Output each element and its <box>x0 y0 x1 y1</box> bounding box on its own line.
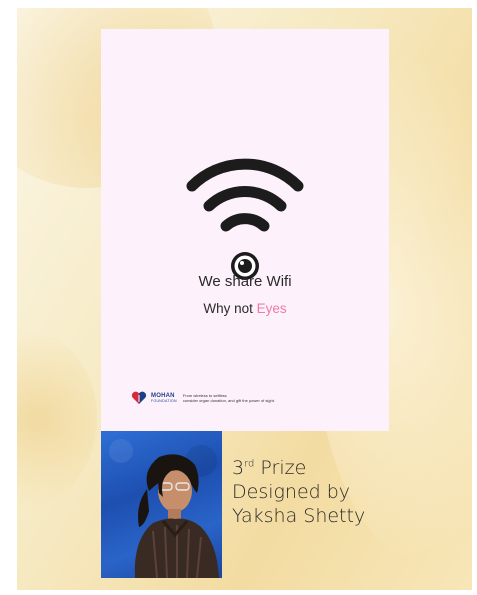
heart-logo-icon <box>131 391 147 404</box>
org-logo: MOHAN FOUNDATION <box>151 393 177 404</box>
designed-by-label: Designed by <box>232 481 351 503</box>
poster-subline: Why not Eyes <box>101 301 389 316</box>
subline-accent: Eyes <box>256 301 287 316</box>
subline-prefix: Why not <box>203 301 257 316</box>
wifi-eye-icon <box>186 158 304 280</box>
award-caption: 3rd Prize Designed by Yaksha Shetty <box>232 456 402 528</box>
prize-line: 3rd Prize <box>232 456 402 480</box>
org-sub: FOUNDATION <box>151 398 177 403</box>
prize-word: Prize <box>254 457 307 479</box>
poster: We share Wifi Why not Eyes MOHAN FOUNDAT… <box>101 29 389 431</box>
footer-tagline: From wireless to selfless consider organ… <box>183 393 275 404</box>
poster-headline: We share Wifi <box>198 273 292 290</box>
poster-footer: MOHAN FOUNDATION From wireless to selfle… <box>131 389 275 407</box>
prize-number: 3 <box>232 457 245 479</box>
tagline-line-2: consider organ donation, and gift the po… <box>182 398 275 403</box>
portrait-illustration <box>109 439 219 578</box>
org-name: MOHAN <box>151 392 175 399</box>
background-swoosh <box>17 328 97 508</box>
designer-portrait <box>101 431 222 578</box>
prize-suffix: rd <box>244 458 255 470</box>
designer-name: Yaksha Shetty <box>232 505 366 527</box>
